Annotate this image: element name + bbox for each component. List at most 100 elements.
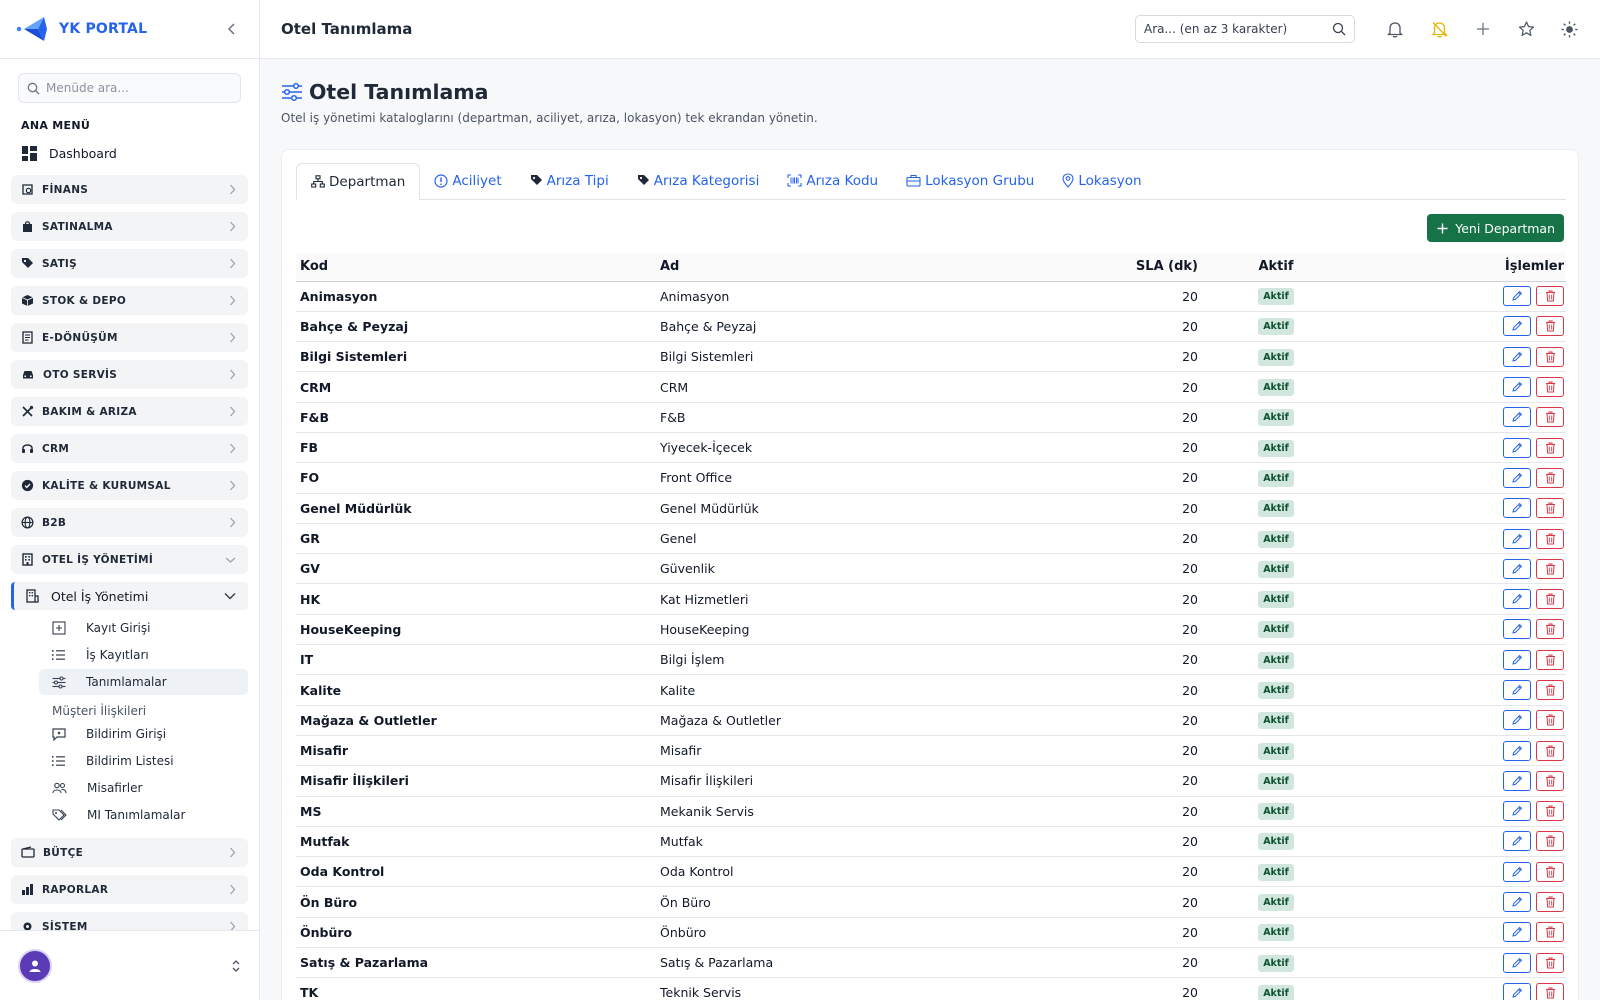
- delete-button[interactable]: [1536, 952, 1564, 973]
- menu-search[interactable]: [18, 73, 241, 103]
- sun-icon[interactable]: [1559, 19, 1579, 39]
- delete-button[interactable]: [1536, 558, 1564, 579]
- sidebar-group[interactable]: RAPORLAR: [11, 875, 248, 904]
- delete-button[interactable]: [1536, 437, 1564, 458]
- delete-button[interactable]: [1536, 770, 1564, 791]
- sidebar-subitem[interactable]: İş Kayıtları: [39, 642, 248, 668]
- edit-button[interactable]: [1503, 680, 1531, 700]
- delete-button[interactable]: [1536, 649, 1564, 670]
- delete-button[interactable]: [1536, 710, 1564, 731]
- delete-button[interactable]: [1536, 982, 1564, 1000]
- delete-button[interactable]: [1536, 589, 1564, 610]
- edit-button[interactable]: [1503, 377, 1531, 398]
- expand-collapse-icon[interactable]: [231, 959, 241, 973]
- star-icon[interactable]: [1516, 19, 1536, 39]
- sidebar-group[interactable]: SATINALMA: [11, 212, 248, 241]
- edit-button[interactable]: [1503, 922, 1531, 943]
- tab[interactable]: Aciliyet: [420, 162, 515, 199]
- tab[interactable]: Arıza Kodu: [773, 162, 892, 199]
- sidebar-group[interactable]: FİNANS: [11, 175, 248, 204]
- tab[interactable]: Arıza Kategorisi: [623, 162, 774, 199]
- logo-icon[interactable]: [16, 13, 50, 45]
- delete-button[interactable]: [1536, 346, 1564, 367]
- sidebar-group[interactable]: BAKIM & ARIZA: [11, 397, 248, 426]
- sidebar-group[interactable]: STOK & DEPO: [11, 286, 248, 315]
- edit-button[interactable]: [1503, 892, 1531, 913]
- edit-button[interactable]: [1503, 710, 1531, 731]
- search-icon[interactable]: [1332, 22, 1346, 36]
- edit-button[interactable]: [1503, 407, 1531, 428]
- sidebar-subgroup-otel-is-yonetimi[interactable]: Otel İş Yönetimi: [11, 582, 248, 610]
- avatar[interactable]: [18, 948, 52, 983]
- delete-button[interactable]: [1536, 498, 1564, 519]
- tab[interactable]: Departman: [296, 163, 421, 200]
- edit-button[interactable]: [1503, 589, 1531, 610]
- edit-button[interactable]: [1503, 316, 1531, 337]
- sidebar-subitem[interactable]: Tanımlamalar: [39, 669, 248, 695]
- edit-button[interactable]: [1503, 528, 1531, 549]
- delete-button[interactable]: [1536, 286, 1564, 307]
- edit-button[interactable]: [1503, 437, 1531, 458]
- edit-button[interactable]: [1503, 649, 1531, 670]
- edit-button[interactable]: [1503, 467, 1531, 488]
- edit-button[interactable]: [1503, 346, 1531, 367]
- brand-name[interactable]: YK PORTAL: [59, 21, 147, 37]
- delete-button[interactable]: [1536, 528, 1564, 549]
- column-header-kod[interactable]: Kod: [296, 253, 656, 282]
- delete-button[interactable]: [1536, 680, 1564, 700]
- sidebar-subitem[interactable]: Misafirler: [39, 775, 248, 801]
- tab[interactable]: Lokasyon: [1048, 162, 1155, 199]
- global-search-input[interactable]: [1144, 22, 1324, 36]
- plus-icon[interactable]: [1473, 19, 1493, 39]
- bell-icon[interactable]: [1385, 19, 1405, 39]
- column-header-aktif[interactable]: Aktif: [1226, 253, 1326, 282]
- tab[interactable]: Lokasyon Grubu: [892, 162, 1048, 199]
- delete-button[interactable]: [1536, 316, 1564, 337]
- menu-search-input[interactable]: [46, 81, 226, 95]
- sidebar-subitem[interactable]: Bildirim Listesi: [39, 748, 248, 774]
- delete-button[interactable]: [1536, 740, 1564, 761]
- delete-button[interactable]: [1536, 467, 1564, 488]
- sidebar-group-otel[interactable]: OTEL İŞ YÖNETİMİ: [11, 545, 248, 574]
- edit-button[interactable]: [1503, 952, 1531, 973]
- bell-slash-icon[interactable]: [1429, 19, 1449, 39]
- table-row: Bilgi Sistemleri Bilgi Sistemleri 20 Aktif: [296, 341, 1566, 373]
- column-header-ad[interactable]: Ad: [656, 253, 1026, 282]
- sidebar-subitem[interactable]: Kayıt Girişi: [39, 615, 248, 641]
- sidebar-group[interactable]: KALİTE & KURUMSAL: [11, 471, 248, 500]
- sidebar-group[interactable]: SATIŞ: [11, 249, 248, 278]
- sidebar-collapse-button[interactable]: [221, 18, 243, 40]
- delete-button[interactable]: [1536, 407, 1564, 428]
- sidebar-group[interactable]: B2B: [11, 508, 248, 537]
- edit-button[interactable]: [1503, 286, 1531, 307]
- sidebar-group[interactable]: BÜTÇE: [11, 838, 248, 867]
- sidebar-group[interactable]: CRM: [11, 434, 248, 463]
- cell-kod: FO: [296, 462, 656, 494]
- sidebar-subitem[interactable]: Bildirim Girişi: [39, 721, 248, 747]
- delete-button[interactable]: [1536, 801, 1564, 822]
- edit-button[interactable]: [1503, 770, 1531, 791]
- edit-button[interactable]: [1503, 801, 1531, 822]
- global-search[interactable]: [1135, 15, 1355, 43]
- edit-button[interactable]: [1503, 982, 1531, 1000]
- delete-button[interactable]: [1536, 861, 1564, 882]
- tab[interactable]: Arıza Tipi: [516, 162, 623, 199]
- delete-button[interactable]: [1536, 377, 1564, 398]
- column-header-sla[interactable]: SLA (dk): [1026, 253, 1226, 282]
- edit-button[interactable]: [1503, 619, 1531, 640]
- delete-button[interactable]: [1536, 831, 1564, 852]
- edit-button[interactable]: [1503, 740, 1531, 761]
- edit-button[interactable]: [1503, 558, 1531, 579]
- delete-button[interactable]: [1536, 892, 1564, 913]
- new-department-button[interactable]: Yeni Departman: [1427, 214, 1564, 242]
- sidebar-group[interactable]: SİSTEM: [11, 912, 248, 932]
- sidebar-group[interactable]: OTO SERVİS: [11, 360, 248, 389]
- edit-button[interactable]: [1503, 831, 1531, 852]
- sidebar-group[interactable]: E-DÖNÜŞÜM: [11, 323, 248, 352]
- edit-button[interactable]: [1503, 861, 1531, 882]
- sidebar-subitem[interactable]: MI Tanımlamalar: [39, 802, 248, 828]
- delete-button[interactable]: [1536, 922, 1564, 943]
- sidebar-item-dashboard[interactable]: Dashboard: [12, 138, 247, 168]
- delete-button[interactable]: [1536, 619, 1564, 640]
- edit-button[interactable]: [1503, 498, 1531, 519]
